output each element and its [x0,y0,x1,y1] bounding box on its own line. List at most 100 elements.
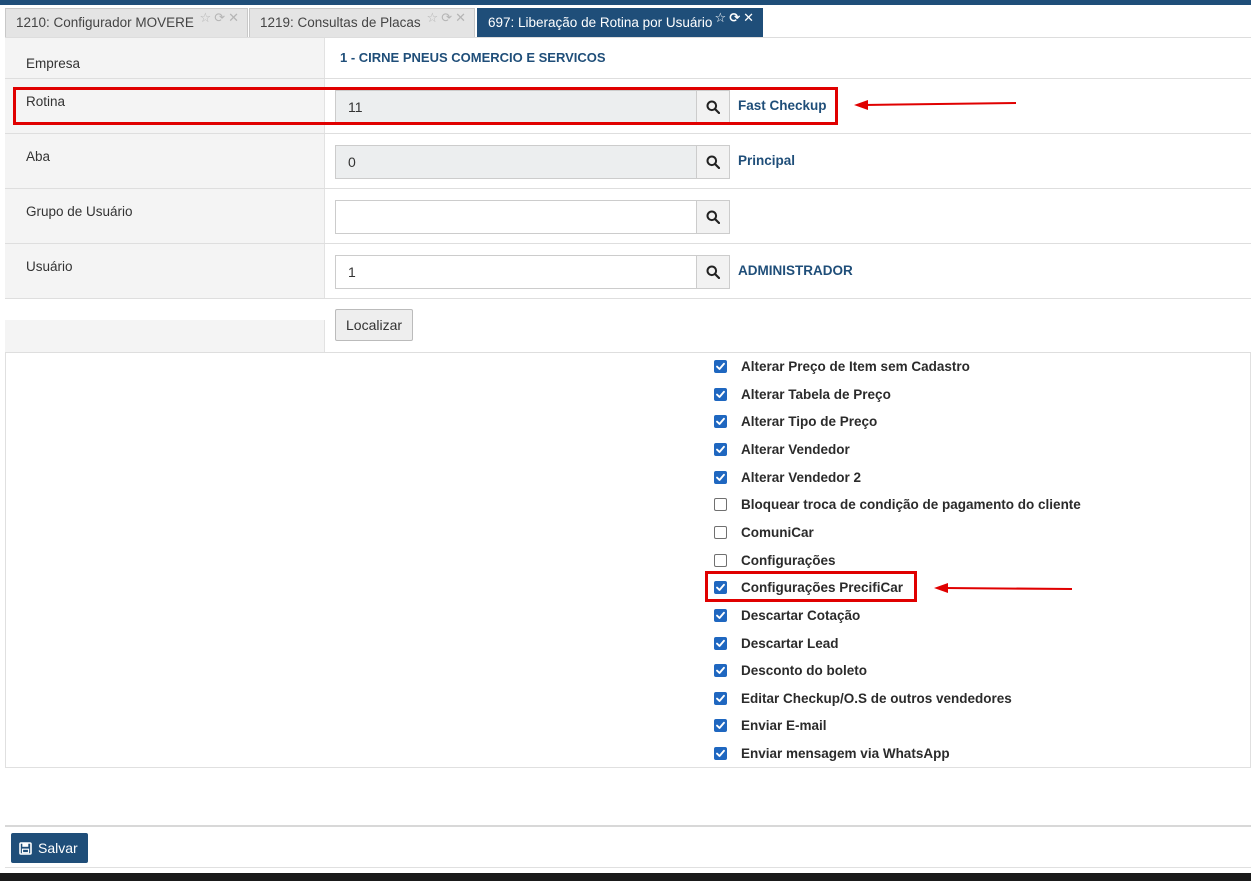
localizar-label-cell-highlight [5,299,325,320]
permission-label: Descartar Lead [741,635,839,651]
checkbox-unchecked[interactable] [714,553,727,567]
grupo-usuario-input[interactable] [335,200,697,234]
check-icon [716,473,725,481]
checkbox-checked[interactable] [714,414,727,428]
search-icon [706,265,720,279]
permission-item[interactable]: Alterar Tabela de Preço [714,384,891,404]
refresh-icon[interactable]: ⟳ [729,10,743,25]
annotation-rotina-box [13,87,838,125]
permissions-list [5,353,1251,768]
close-icon[interactable]: ✕ [743,10,757,25]
permission-item[interactable]: Alterar Tipo de Preço [714,411,877,431]
row-grupo-usuario: Grupo de Usuário [5,189,1251,244]
refresh-icon[interactable]: ⟳ [214,10,228,25]
permission-item[interactable]: Alterar Vendedor [714,439,850,459]
checkbox-checked[interactable] [714,663,727,677]
checkbox-checked[interactable] [714,718,727,732]
permission-item[interactable]: Bloquear troca de condição de pagamento … [714,494,1081,514]
favorite-icon[interactable]: ☆ [427,10,442,25]
search-icon [706,210,720,224]
favorite-icon[interactable]: ☆ [200,10,215,25]
row-localizar: Localizar [5,299,1251,353]
check-icon [716,694,725,702]
permission-label: Bloquear troca de condição de pagamento … [741,496,1081,512]
checkbox-checked[interactable] [714,359,727,373]
row-usuario: Usuário 1 ADMINISTRADOR [5,244,1251,299]
permission-label: ComuniCar [741,524,814,540]
permission-item[interactable]: ComuniCar [714,522,814,542]
tab-label: 697: Liberação de Rotina por Usuário [488,15,713,30]
permission-label: Enviar E-mail [741,717,827,733]
permission-item[interactable]: Desconto do boleto [714,660,867,680]
empresa-value: 1 - CIRNE PNEUS COMERCIO E SERVICOS [340,50,606,65]
annotation-arrow-rotina [854,100,1017,110]
permission-label: Alterar Tipo de Preço [741,413,878,429]
checkbox-unchecked[interactable] [714,525,727,539]
save-label: Salvar [38,840,78,856]
permission-label: Alterar Tabela de Preço [741,386,891,402]
empresa-label: Empresa [5,38,325,78]
row-empresa: Empresa 1 - CIRNE PNEUS COMERCIO E SERVI… [5,38,1251,79]
grupo-usuario-label: Grupo de Usuário [5,189,325,243]
checkbox-checked[interactable] [714,442,727,456]
footer-bar: Salvar [5,825,1251,868]
permission-label: Alterar Vendedor [741,441,850,457]
permission-label: Enviar mensagem via WhatsApp [741,745,950,761]
check-icon [716,666,725,674]
aba-input[interactable]: 0 [335,145,697,179]
check-icon [716,362,725,370]
favorite-icon[interactable]: ☆ [715,10,730,25]
permission-label: Descartar Cotação [741,607,861,623]
checkbox-checked[interactable] [714,608,727,622]
permission-item[interactable]: Enviar mensagem via WhatsApp [714,743,950,763]
close-icon[interactable]: ✕ [228,10,242,25]
permission-label: Alterar Vendedor 2 [741,469,862,485]
grupo-usuario-search-button[interactable] [696,200,730,234]
permission-item[interactable]: Descartar Cotação [714,605,860,625]
check-icon [716,749,725,757]
permission-label: Alterar Preço de Item sem Cadastro [741,358,970,374]
tab-consultas-placas[interactable]: 1219: Consultas de Placas ☆⟳✕ [249,8,475,38]
checkbox-checked[interactable] [714,691,727,705]
tab-label: 1219: Consultas de Placas [260,15,421,30]
checkbox-checked[interactable] [714,636,727,650]
permission-item[interactable]: Descartar Lead [714,633,839,653]
save-icon [19,841,32,855]
permission-label: Configurações [741,552,836,568]
close-icon[interactable]: ✕ [455,10,469,25]
aba-search-button[interactable] [696,145,730,179]
check-icon [716,639,725,647]
tab-configurador-movere[interactable]: 1210: Configurador MOVERE ☆⟳✕ [5,8,248,38]
check-icon [716,721,725,729]
refresh-icon[interactable]: ⟳ [441,10,455,25]
usuario-label: Usuário [5,244,325,298]
usuario-input[interactable]: 1 [335,255,697,289]
filter-form: Empresa 1 - CIRNE PNEUS COMERCIO E SERVI… [5,37,1251,353]
checkbox-checked[interactable] [714,746,727,760]
tab-controls: ☆⟳✕ [427,4,469,32]
permission-item[interactable]: Configurações [714,550,836,570]
tab-label: 1210: Configurador MOVERE [16,15,194,30]
permission-item[interactable]: Alterar Vendedor 2 [714,467,861,487]
check-icon [716,417,725,425]
aba-label: Aba [5,134,325,188]
tab-liberacao-rotina[interactable]: 697: Liberação de Rotina por Usuário ☆⟳✕ [477,8,763,38]
permission-item[interactable]: Editar Checkup/O.S de outros vendedores [714,688,1012,708]
permission-item[interactable]: Enviar E-mail [714,715,827,735]
annotation-precificar-box [705,571,917,602]
usuario-search-button[interactable] [696,255,730,289]
permission-label: Editar Checkup/O.S de outros vendedores [741,690,1012,706]
localizar-button[interactable]: Localizar [335,309,414,341]
annotation-arrow-precificar [934,583,1073,593]
usuario-lookup-text: ADMINISTRADOR [738,263,853,278]
permission-item[interactable]: Alterar Preço de Item sem Cadastro [714,356,970,376]
checkbox-checked[interactable] [714,387,727,401]
tab-controls: ☆⟳✕ [200,4,242,32]
row-aba: Aba 0 Principal [5,134,1251,189]
tab-strip: 1210: Configurador MOVERE ☆⟳✕ 1219: Cons… [0,5,1251,38]
check-icon [716,611,725,619]
search-icon [706,155,720,169]
checkbox-checked[interactable] [714,470,727,484]
save-button[interactable]: Salvar [11,833,88,863]
checkbox-unchecked[interactable] [714,497,727,511]
